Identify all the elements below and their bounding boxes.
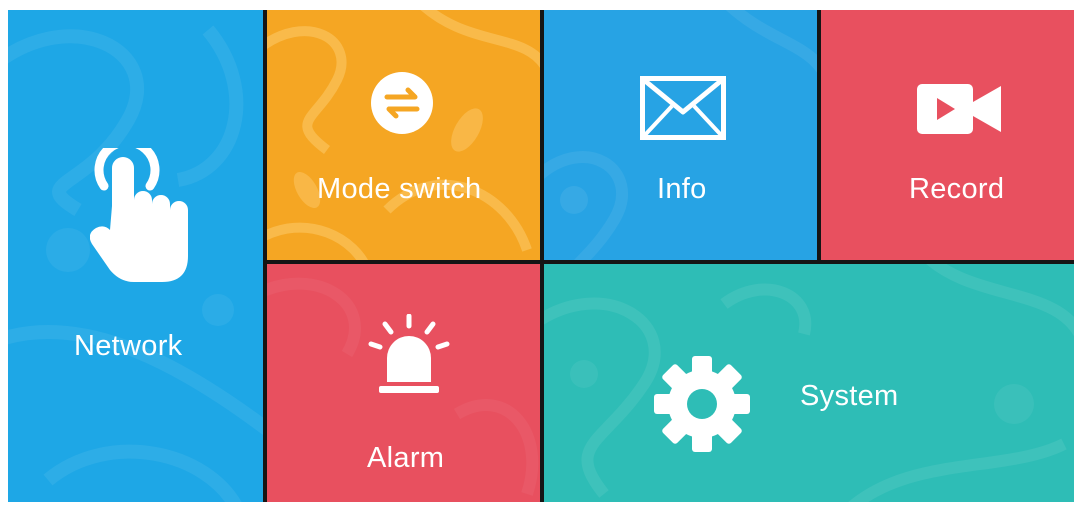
swirl-pattern bbox=[267, 10, 540, 260]
info-label: Info bbox=[657, 173, 707, 205]
siren-icon bbox=[367, 314, 451, 398]
network-tile[interactable]: Network bbox=[8, 10, 263, 502]
system-tile[interactable]: System bbox=[544, 264, 1074, 502]
mode-switch-label: Mode switch bbox=[317, 173, 482, 205]
record-label: Record bbox=[909, 173, 1005, 205]
record-tile[interactable]: Record bbox=[821, 10, 1074, 260]
alarm-tile[interactable]: Alarm bbox=[267, 264, 540, 502]
gear-icon bbox=[652, 354, 752, 454]
mode-switch-tile[interactable]: Mode switch bbox=[267, 10, 540, 260]
network-label: Network bbox=[74, 330, 183, 362]
info-tile[interactable]: Info bbox=[544, 10, 817, 260]
touch-hand-icon bbox=[90, 148, 196, 282]
alarm-label: Alarm bbox=[367, 442, 445, 474]
envelope-icon bbox=[640, 76, 726, 140]
video-camera-icon bbox=[917, 82, 1001, 136]
main-menu-grid: Network Mode switch Info Record Alarm Sy… bbox=[8, 10, 1074, 502]
swap-arrows-icon bbox=[371, 72, 433, 134]
system-label: System bbox=[800, 380, 899, 412]
